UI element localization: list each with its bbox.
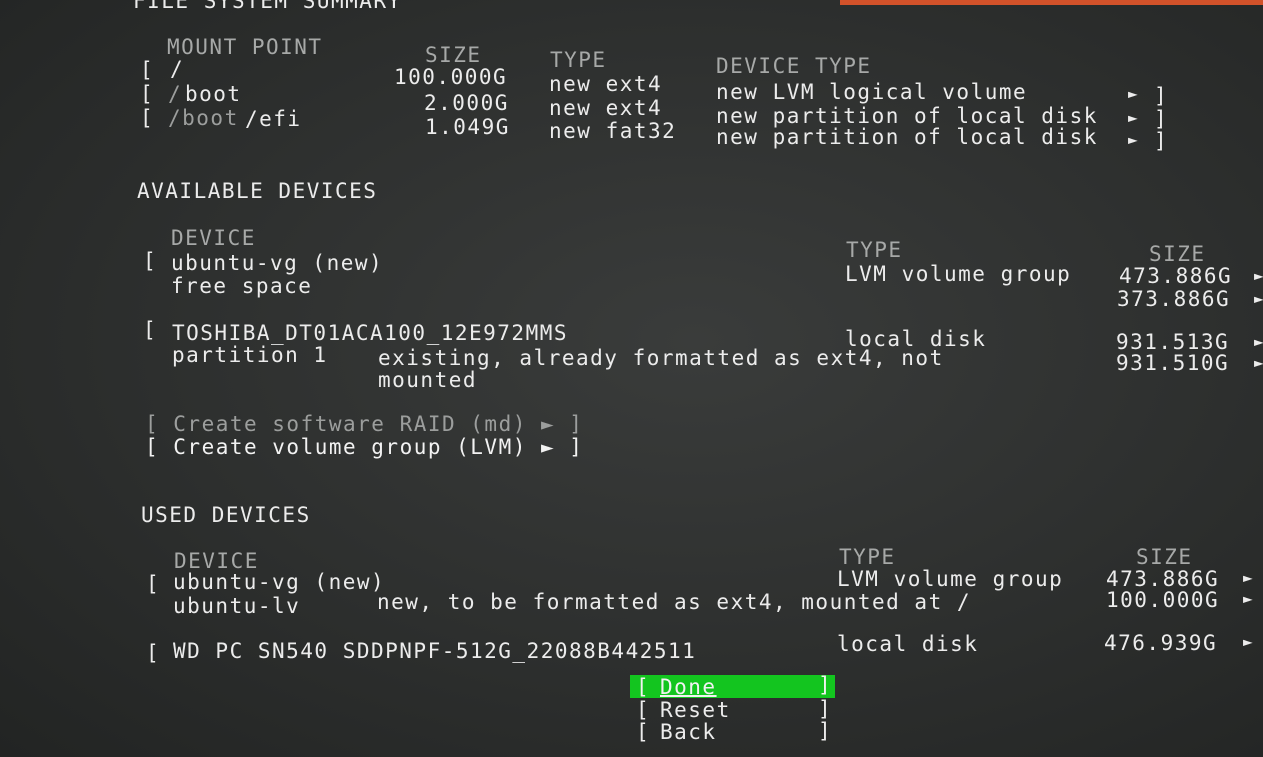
device-name: WD PC SN540 SDDPNPF-512G_22088B442511	[173, 639, 697, 663]
device-name: TOSHIBA_DT01ACA100_12E972MMS	[172, 321, 569, 345]
header-device: DEVICE	[171, 226, 256, 250]
header-type: TYPE	[550, 48, 607, 72]
device-size: 473.886G	[1106, 567, 1220, 591]
done-button[interactable]: [ Done ]	[630, 675, 835, 698]
size: 100.000G	[394, 65, 508, 89]
bracket-open: [	[143, 318, 158, 342]
device-name: free space	[171, 274, 313, 298]
device-name: ubuntu-lv	[173, 594, 301, 618]
back-label: Back	[660, 720, 717, 744]
device-size: 373.886G	[1117, 287, 1231, 311]
bracket-open: [	[146, 641, 161, 665]
bracket-close: ]	[1154, 84, 1169, 108]
bracket-open: [	[140, 82, 155, 106]
device-type: new partition of local disk	[716, 104, 1098, 128]
arrow-right-icon: ►	[1243, 632, 1255, 651]
device-size: 473.886G	[1119, 264, 1233, 288]
header-type: TYPE	[839, 545, 896, 569]
device-name: ubuntu-vg (new)	[171, 251, 384, 275]
bracket-open: [	[636, 698, 651, 722]
bracket-open: [	[146, 572, 161, 596]
device-size: 931.510G	[1116, 351, 1230, 375]
bracket-open: [	[143, 249, 158, 273]
size: 1.049G	[425, 115, 510, 139]
bracket-open: [	[636, 675, 651, 699]
section-title-file-system-summary: FILE SYSTEM SUMMARY	[133, 0, 402, 13]
size: 2.000G	[424, 91, 509, 115]
type: new fat32	[549, 119, 677, 143]
mount-point: boot	[185, 82, 242, 106]
arrow-right-icon: ►	[1128, 84, 1140, 103]
header-size: SIZE	[1149, 242, 1206, 266]
lv-description: new, to be formatted as ext4, mounted at…	[377, 590, 972, 614]
partition-description: existing, already formatted as ext4, not	[378, 346, 944, 370]
mount-prefix: /boot	[168, 106, 239, 130]
top-accent-stripe	[840, 0, 1263, 5]
device-type: new LVM logical volume	[716, 80, 1028, 104]
mount-prefix: /	[168, 82, 183, 106]
device-name: partition 1	[172, 343, 328, 367]
header-device-type: DEVICE TYPE	[716, 54, 872, 78]
header-size: SIZE	[1136, 545, 1193, 569]
partition-description-cont: mounted	[378, 368, 478, 392]
arrow-right-icon: ►	[1254, 266, 1263, 285]
device-size: 476.939G	[1104, 631, 1218, 655]
device-size: 931.513G	[1116, 330, 1230, 354]
bracket-close: ]	[818, 719, 833, 743]
header-device: DEVICE	[174, 549, 259, 573]
arrow-right-icon: ►	[1254, 289, 1263, 308]
mount-point: /efi	[245, 107, 302, 131]
arrow-right-icon: ►	[1128, 130, 1140, 149]
header-size: SIZE	[425, 43, 482, 67]
header-mount-point: MOUNT POINT	[167, 35, 323, 59]
device-type: LVM volume group	[837, 567, 1064, 591]
section-title-available-devices: AVAILABLE DEVICES	[137, 179, 378, 203]
device-type: local disk	[837, 632, 979, 656]
type: new ext4	[549, 96, 663, 120]
section-title-used-devices: USED DEVICES	[141, 503, 311, 527]
device-size: 100.000G	[1106, 588, 1220, 612]
reset-label: Reset	[660, 698, 731, 722]
mount-point: /	[170, 57, 185, 81]
bracket-open: [	[636, 720, 651, 744]
arrow-right-icon: ►	[1243, 568, 1255, 587]
create-volume-group-button[interactable]: [ Create volume group (LVM) ► ]	[145, 437, 583, 458]
device-type: LVM volume group	[845, 262, 1072, 286]
arrow-right-icon: ►	[1254, 353, 1263, 372]
bracket-close: ]	[1154, 129, 1169, 153]
bracket-close: ]	[818, 697, 833, 721]
done-label: Done	[660, 675, 717, 699]
bracket-open: [	[140, 58, 155, 82]
bracket-close: ]	[1154, 107, 1169, 131]
create-software-raid-button[interactable]: [ Create software RAID (md) ► ]	[145, 414, 583, 435]
header-type: TYPE	[846, 238, 903, 262]
device-type: new partition of local disk	[716, 125, 1098, 149]
bracket-open: [	[140, 106, 155, 130]
device-name: ubuntu-vg (new)	[173, 570, 386, 594]
arrow-right-icon: ►	[1128, 108, 1140, 127]
arrow-right-icon: ►	[1243, 589, 1255, 608]
arrow-right-icon: ►	[1254, 332, 1263, 351]
bracket-close: ]	[818, 673, 833, 697]
type: new ext4	[549, 72, 663, 96]
